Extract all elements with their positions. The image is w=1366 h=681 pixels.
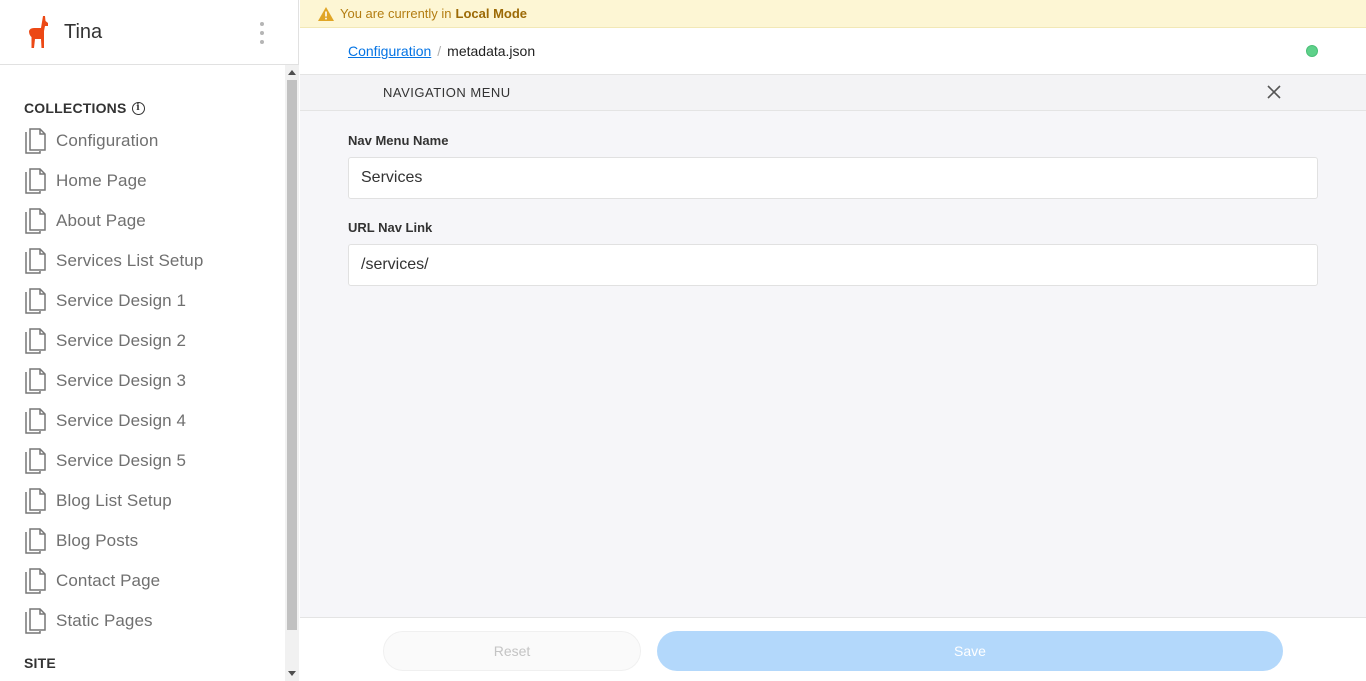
site-heading: SITE bbox=[0, 655, 285, 671]
nav-menu-name-label: Nav Menu Name bbox=[348, 133, 449, 148]
document-icon bbox=[25, 248, 46, 274]
sidebar-item-label: Home Page bbox=[56, 171, 147, 190]
collections-heading-label: COLLECTIONS bbox=[24, 100, 127, 116]
close-icon[interactable] bbox=[1266, 84, 1282, 100]
document-icon bbox=[25, 128, 46, 154]
sidebar-item-label: Services List Setup bbox=[56, 251, 204, 270]
warning-icon bbox=[318, 6, 334, 21]
form-footer: Reset Save bbox=[300, 617, 1366, 681]
panel-title: NAVIGATION MENU bbox=[383, 85, 511, 100]
breadcrumb-current: metadata.json bbox=[447, 43, 536, 59]
banner-text: You are currently in bbox=[340, 6, 452, 21]
document-icon bbox=[25, 568, 46, 594]
sidebar-item-label: Service Design 2 bbox=[56, 331, 187, 350]
sidebar-item-label: Service Design 5 bbox=[56, 451, 187, 470]
sidebar-item-label: Service Design 1 bbox=[56, 291, 187, 310]
sidebar-item-service-design-2[interactable]: Service Design 2 bbox=[0, 321, 285, 361]
sidebar: Tina COLLECTIONS i Configuration Home Pa… bbox=[0, 0, 299, 681]
document-icon bbox=[25, 528, 46, 554]
sidebar-item-configuration[interactable]: Configuration bbox=[0, 121, 285, 161]
reset-button[interactable]: Reset bbox=[383, 631, 641, 671]
collections-heading: COLLECTIONS i bbox=[0, 99, 285, 117]
document-icon bbox=[25, 448, 46, 474]
sidebar-scrollbar[interactable] bbox=[285, 65, 299, 681]
sidebar-item-label: Blog List Setup bbox=[56, 491, 172, 510]
document-icon bbox=[25, 288, 46, 314]
sidebar-scroll-area: COLLECTIONS i Configuration Home Page Ab… bbox=[0, 65, 285, 681]
document-icon bbox=[25, 608, 46, 634]
sidebar-item-label: Service Design 4 bbox=[56, 411, 187, 430]
sidebar-item-label: Service Design 3 bbox=[56, 371, 187, 390]
sidebar-header: Tina bbox=[0, 0, 298, 65]
document-icon bbox=[25, 168, 46, 194]
local-mode-banner: You are currently in Local Mode bbox=[300, 0, 1366, 28]
sidebar-item-label: Configuration bbox=[56, 131, 159, 150]
url-nav-link-label: URL Nav Link bbox=[348, 220, 433, 235]
sidebar-item-label: Static Pages bbox=[56, 611, 153, 630]
sidebar-item-service-design-4[interactable]: Service Design 4 bbox=[0, 401, 285, 441]
app-title: Tina bbox=[64, 20, 103, 43]
scroll-up-arrow-icon[interactable] bbox=[288, 70, 296, 75]
breadcrumb-separator: / bbox=[437, 43, 442, 59]
sidebar-item-static-pages[interactable]: Static Pages bbox=[0, 601, 285, 641]
status-indicator bbox=[1306, 45, 1318, 57]
document-icon bbox=[25, 368, 46, 394]
sidebar-item-home-page[interactable]: Home Page bbox=[0, 161, 285, 201]
sidebar-item-service-design-5[interactable]: Service Design 5 bbox=[0, 441, 285, 481]
sidebar-item-blog-posts[interactable]: Blog Posts bbox=[0, 521, 285, 561]
nav-menu-form: Nav Menu Name URL Nav Link bbox=[300, 111, 1366, 307]
save-button[interactable]: Save bbox=[657, 631, 1283, 671]
banner-mode: Local Mode bbox=[455, 6, 528, 21]
breadcrumb-parent-link[interactable]: Configuration bbox=[348, 43, 431, 59]
sidebar-item-label: Blog Posts bbox=[56, 531, 139, 550]
sidebar-item-contact-page[interactable]: Contact Page bbox=[0, 561, 285, 601]
info-icon[interactable]: i bbox=[131, 101, 145, 115]
url-nav-link-input[interactable] bbox=[348, 244, 1318, 286]
panel-header: NAVIGATION MENU bbox=[300, 75, 1366, 111]
scrollbar-thumb[interactable] bbox=[287, 80, 297, 630]
breadcrumb: Configuration / metadata.json bbox=[300, 28, 1366, 75]
sidebar-item-label: About Page bbox=[56, 211, 146, 230]
document-icon bbox=[25, 328, 46, 354]
document-icon bbox=[25, 488, 46, 514]
document-icon bbox=[25, 208, 46, 234]
sidebar-item-about-page[interactable]: About Page bbox=[0, 201, 285, 241]
main-panel: You are currently in Local Mode Configur… bbox=[300, 0, 1366, 681]
kebab-menu-icon[interactable] bbox=[258, 22, 266, 44]
sidebar-item-services-list-setup[interactable]: Services List Setup bbox=[0, 241, 285, 281]
collections-list: Configuration Home Page About Page Servi… bbox=[0, 121, 285, 641]
llama-icon bbox=[29, 16, 48, 48]
sidebar-item-service-design-1[interactable]: Service Design 1 bbox=[0, 281, 285, 321]
sidebar-item-label: Contact Page bbox=[56, 571, 161, 590]
site-heading-label: SITE bbox=[24, 655, 56, 671]
sidebar-item-service-design-3[interactable]: Service Design 3 bbox=[0, 361, 285, 401]
sidebar-item-blog-list-setup[interactable]: Blog List Setup bbox=[0, 481, 285, 521]
document-icon bbox=[25, 408, 46, 434]
nav-menu-name-input[interactable] bbox=[348, 157, 1318, 199]
scroll-down-arrow-icon[interactable] bbox=[288, 671, 296, 676]
